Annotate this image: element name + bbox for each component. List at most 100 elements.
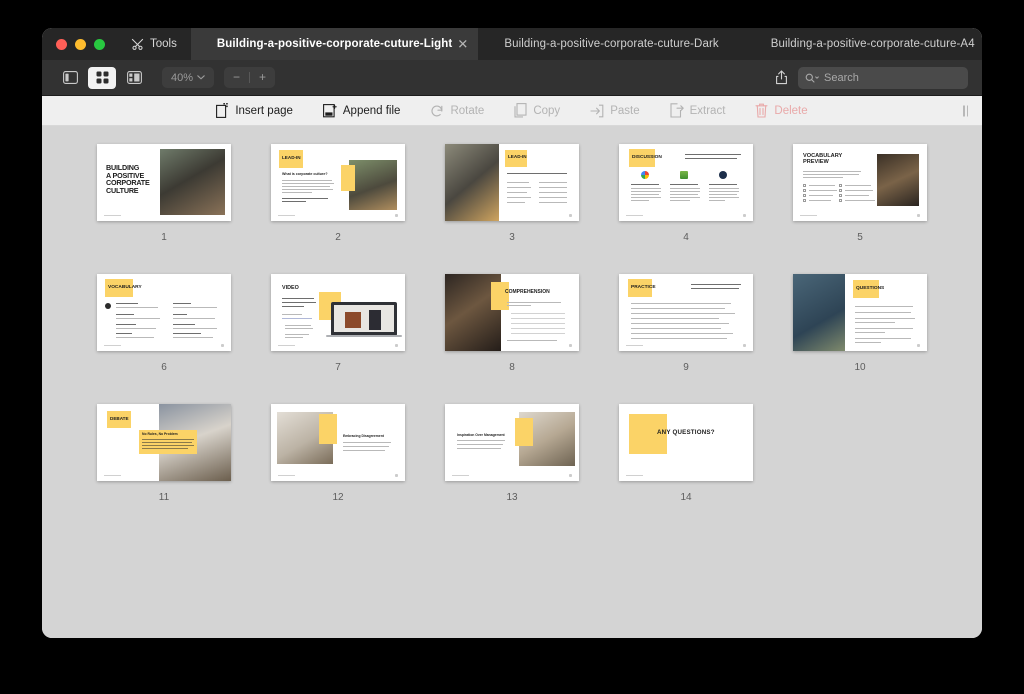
maximize-window-button[interactable]	[94, 38, 105, 50]
copy-label: Copy	[533, 104, 561, 117]
append-file-button[interactable]: Append file	[322, 103, 400, 118]
split-view-button[interactable]	[120, 67, 148, 89]
page-cell[interactable]: VOCABULARY PREVIEW 5	[773, 144, 947, 274]
page-cell[interactable]: PRACTICE 9	[599, 274, 773, 404]
page-cell[interactable]: VOCABULARY 6	[77, 274, 251, 404]
insert-page-icon	[216, 103, 229, 118]
page-thumbnail-8[interactable]: COMPREHENSION	[445, 274, 579, 351]
search-input[interactable]: Search	[798, 66, 968, 89]
search-placeholder: Search	[824, 71, 859, 84]
page-thumbnail-14[interactable]: ANY QUESTIONS?	[619, 404, 753, 481]
extract-label: Extract	[689, 104, 726, 117]
slide-canvas: DEBATE No Rules, No Problem	[97, 404, 231, 481]
brand-logo-green	[680, 171, 688, 179]
share-icon	[775, 70, 787, 85]
sidebar-toggle-button[interactable]	[56, 67, 84, 89]
page-thumbnail-area[interactable]: BUILDING A POSITIVE CORPORATE CULTURE 1 LEA…	[42, 126, 982, 638]
page-number: 3	[509, 232, 515, 243]
paste-button[interactable]: Paste	[590, 104, 640, 118]
page-thumbnail-2[interactable]: LEAD-IN What is corporate culture?	[271, 144, 405, 221]
slide-canvas: VIDEO	[271, 274, 405, 351]
page-number: 1	[161, 232, 167, 243]
slide-canvas: Inspiration Over Management	[445, 404, 579, 481]
page-thumbnail-4[interactable]: DISCUSSION	[619, 144, 753, 221]
page-cell[interactable]: LEAD-IN 3	[425, 144, 599, 274]
slide-canvas: DISCUSSION	[619, 144, 753, 221]
search-icon	[805, 73, 819, 83]
page-thumbnail-12[interactable]: Embracing Disagreement	[271, 404, 405, 481]
slide-canvas: ANY QUESTIONS?	[619, 404, 753, 481]
page-number: 11	[158, 492, 170, 503]
extract-button[interactable]: Extract	[670, 103, 726, 118]
page-cell[interactable]: Embracing Disagreement 12	[251, 404, 425, 534]
tools-icon	[131, 38, 144, 50]
zoom-level-dropdown[interactable]: 40%	[162, 67, 215, 88]
brand-logo-blue	[719, 171, 727, 179]
page-thumbnail-1[interactable]: BUILDING A POSITIVE CORPORATE CULTURE	[97, 144, 231, 221]
tab-light[interactable]: Building-a-positive-corporate-cuture-Lig…	[190, 28, 479, 60]
insert-page-button[interactable]: Insert page	[216, 103, 293, 118]
page-cell[interactable]: VIDEO 7	[251, 274, 425, 404]
append-file-icon	[322, 104, 337, 118]
page-thumbnail-7[interactable]: VIDEO	[271, 274, 405, 351]
minimize-window-button[interactable]	[75, 38, 86, 50]
page-thumbnail-9[interactable]: PRACTICE	[619, 274, 753, 351]
page-number: 12	[332, 492, 344, 503]
close-window-button[interactable]	[56, 38, 67, 50]
page-thumbnail-10[interactable]: QUESTIONS	[793, 274, 927, 351]
insert-page-label: Insert page	[235, 104, 293, 117]
zoom-in-button[interactable]: +	[250, 67, 275, 88]
gear-icon	[105, 303, 111, 309]
page-thumbnail-11[interactable]: DEBATE No Rules, No Problem	[97, 404, 231, 481]
share-button[interactable]	[768, 67, 794, 89]
zoom-out-button[interactable]: −	[224, 67, 249, 88]
paste-label: Paste	[610, 104, 640, 117]
page-thumbnail-6[interactable]: VOCABULARY	[97, 274, 231, 351]
slide-canvas: LEAD-IN	[445, 144, 579, 221]
page-cell[interactable]: ANY QUESTIONS? 14	[599, 404, 773, 534]
copy-icon	[514, 103, 527, 118]
delete-label: Delete	[774, 104, 808, 117]
tab-dark[interactable]: Building-a-positive-corporate-cuture-Dar…	[478, 28, 744, 60]
page-thumbnail-5[interactable]: VOCABULARY PREVIEW	[793, 144, 927, 221]
copy-button[interactable]: Copy	[514, 103, 560, 118]
page-number: 10	[854, 362, 866, 373]
drag-grip-icon[interactable]	[963, 105, 968, 116]
pdf-editor-window: Tools Building-a-positive-corporate-cutu…	[42, 28, 982, 638]
trash-icon	[755, 103, 768, 118]
page-number: 5	[857, 232, 863, 243]
page-cell[interactable]: BUILDING A POSITIVE CORPORATE CULTURE 1	[77, 144, 251, 274]
page-grid: BUILDING A POSITIVE CORPORATE CULTURE 1 LEA…	[42, 144, 982, 534]
edit-toolbar: Insert page Append file Rotate Copy Past…	[42, 96, 982, 126]
slide-canvas: LEAD-IN What is corporate culture?	[271, 144, 405, 221]
grid-view-icon	[96, 71, 108, 84]
paste-icon	[590, 104, 604, 117]
page-thumbnail-13[interactable]: Inspiration Over Management	[445, 404, 579, 481]
extract-icon	[670, 103, 684, 118]
slide-canvas: VOCABULARY PREVIEW	[793, 144, 927, 221]
rotate-button[interactable]: Rotate	[430, 104, 484, 118]
page-number: 8	[509, 362, 515, 373]
grid-view-button[interactable]	[88, 66, 116, 89]
page-number: 4	[683, 232, 689, 243]
page-cell[interactable]: Inspiration Over Management 13	[425, 404, 599, 534]
view-toolbar: 40% − + Search	[42, 60, 982, 96]
slide-canvas: QUESTIONS	[793, 274, 927, 351]
page-cell[interactable]: DEBATE No Rules, No Problem 11	[77, 404, 251, 534]
zoom-controls: 40% − +	[162, 67, 276, 88]
page-number: 2	[335, 232, 341, 243]
page-thumbnail-3[interactable]: LEAD-IN	[445, 144, 579, 221]
zoom-stepper-group: − +	[224, 67, 276, 88]
tab-a4[interactable]: Building-a-positive-corporate-cuture-A4	[745, 28, 982, 60]
page-cell[interactable]: LEAD-IN What is corporate culture? 2	[251, 144, 425, 274]
close-icon[interactable]: ✕	[456, 38, 469, 51]
page-cell[interactable]: QUESTIONS 10	[773, 274, 947, 404]
page-number: 13	[506, 492, 518, 503]
tab-label: Building-a-positive-corporate-cuture-Dar…	[504, 38, 719, 50]
tools-button[interactable]: Tools	[117, 28, 191, 60]
slide-canvas: Embracing Disagreement	[271, 404, 405, 481]
delete-button[interactable]: Delete	[755, 103, 808, 118]
page-cell[interactable]: DISCUSSION 4	[599, 144, 773, 274]
page-cell[interactable]: COMPREHENSION 8	[425, 274, 599, 404]
tools-label: Tools	[150, 38, 177, 50]
